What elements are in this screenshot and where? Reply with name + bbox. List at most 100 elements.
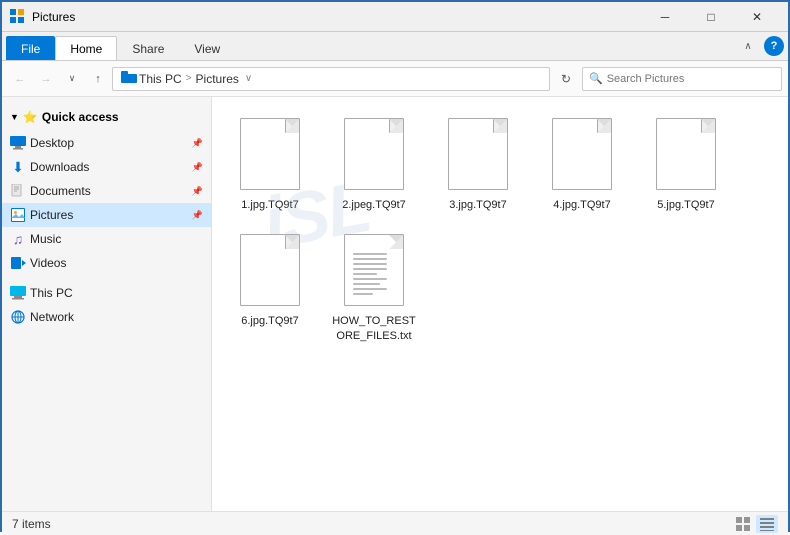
doc-icon-shape xyxy=(344,118,404,190)
network-label: Network xyxy=(30,310,203,324)
details-view-button[interactable] xyxy=(756,515,778,533)
file-item[interactable]: 2.jpeg.TQ9t7 xyxy=(324,105,424,217)
path-display: This PC > Pictures ∨ xyxy=(121,71,252,86)
file-icon xyxy=(339,230,409,310)
doc-icon-shape xyxy=(656,118,716,190)
file-item[interactable]: 5.jpg.TQ9t7 xyxy=(636,105,736,217)
window-controls: ─ □ ✕ xyxy=(642,2,780,32)
path-separator-1: > xyxy=(186,73,192,84)
path-this-pc[interactable]: This PC xyxy=(139,72,182,86)
sidebar-item-desktop[interactable]: Desktop 📌 xyxy=(2,131,211,155)
close-button[interactable]: ✕ xyxy=(734,2,780,32)
file-item[interactable]: 6.jpg.TQ9t7 xyxy=(220,221,320,348)
videos-icon xyxy=(10,255,26,271)
file-name: 6.jpg.TQ9t7 xyxy=(241,314,298,328)
file-name: 5.jpg.TQ9t7 xyxy=(657,198,714,212)
path-icon xyxy=(121,71,137,86)
file-item[interactable]: 3.jpg.TQ9t7 xyxy=(428,105,528,217)
file-name: 4.jpg.TQ9t7 xyxy=(553,198,610,212)
file-area: 1.jpg.TQ9t7 2.jpeg.TQ9t7 3.jpg.TQ9t7 xyxy=(212,97,788,511)
ribbon-collapse-button[interactable]: ∧ xyxy=(736,34,760,58)
quick-access-icon: ⭐ xyxy=(23,110,38,124)
file-item[interactable]: 1.jpg.TQ9t7 xyxy=(220,105,320,217)
music-label: Music xyxy=(30,232,203,246)
up-button[interactable]: ↑ xyxy=(86,67,110,91)
desktop-label: Desktop xyxy=(30,136,188,150)
desktop-pin: 📌 xyxy=(192,138,203,149)
sidebar-item-pictures[interactable]: Pictures 📌 xyxy=(2,203,211,227)
txt-icon-shape xyxy=(344,234,404,306)
window-icon xyxy=(10,9,26,25)
file-icon xyxy=(235,230,305,310)
doc-icon-shape xyxy=(448,118,508,190)
downloads-pin: 📌 xyxy=(192,162,203,173)
status-bar: 7 items xyxy=(2,511,788,535)
this-pc-icon xyxy=(10,285,26,301)
tab-home[interactable]: Home xyxy=(55,36,117,60)
refresh-button[interactable]: ↻ xyxy=(552,67,580,91)
file-icon xyxy=(651,114,721,194)
downloads-icon: ⬇ xyxy=(10,159,26,175)
address-path[interactable]: This PC > Pictures ∨ xyxy=(112,67,550,91)
file-name: HOW_TO_RESTORE_FILES.txt xyxy=(329,314,419,343)
txt-lines xyxy=(353,253,387,295)
view-controls xyxy=(732,515,778,533)
network-icon xyxy=(10,309,26,325)
sidebar-item-this-pc[interactable]: This PC xyxy=(2,281,211,305)
file-name: 1.jpg.TQ9t7 xyxy=(241,198,298,212)
ribbon: File Home Share View ∧ ? xyxy=(2,32,788,61)
main-area: ▼ ⭐ Quick access Desktop 📌 ⬇ Downloads 📌 xyxy=(2,97,788,511)
search-box[interactable]: 🔍 xyxy=(582,67,782,91)
this-pc-label: This PC xyxy=(30,286,203,300)
address-bar: ← → ∨ ↑ This PC > Pictures ∨ ↻ 🔍 xyxy=(2,61,788,97)
doc-icon-shape xyxy=(552,118,612,190)
tab-share[interactable]: Share xyxy=(117,36,179,60)
pictures-icon xyxy=(10,207,26,223)
quick-access-chevron: ▼ xyxy=(10,112,19,122)
file-item[interactable]: HOW_TO_RESTORE_FILES.txt xyxy=(324,221,424,348)
videos-label: Videos xyxy=(30,256,203,270)
ribbon-tab-bar: File Home Share View ∧ ? xyxy=(2,32,788,60)
pictures-pin: 📌 xyxy=(192,210,203,221)
sidebar-quick-access-header[interactable]: ▼ ⭐ Quick access xyxy=(2,103,211,131)
minimize-button[interactable]: ─ xyxy=(642,2,688,32)
quick-access-label: Quick access xyxy=(42,110,119,124)
sidebar: ▼ ⭐ Quick access Desktop 📌 ⬇ Downloads 📌 xyxy=(2,97,212,511)
window-title: Pictures xyxy=(32,10,642,24)
file-icon xyxy=(443,114,513,194)
documents-label: Documents xyxy=(30,184,188,198)
file-icon xyxy=(235,114,305,194)
back-button[interactable]: ← xyxy=(8,67,32,91)
grid-view-button[interactable] xyxy=(732,515,754,533)
doc-icon-shape xyxy=(240,234,300,306)
item-count: 7 items xyxy=(12,517,51,531)
recent-locations-button[interactable]: ∨ xyxy=(60,67,84,91)
documents-icon xyxy=(10,183,26,199)
file-name: 2.jpeg.TQ9t7 xyxy=(342,198,406,212)
help-button[interactable]: ? xyxy=(764,36,784,56)
pictures-label: Pictures xyxy=(30,208,188,222)
path-pictures[interactable]: Pictures xyxy=(196,72,239,86)
sidebar-item-videos[interactable]: Videos xyxy=(2,251,211,275)
file-icon xyxy=(547,114,617,194)
sidebar-item-network[interactable]: Network xyxy=(2,305,211,329)
sidebar-item-downloads[interactable]: ⬇ Downloads 📌 xyxy=(2,155,211,179)
path-dropdown-arrow[interactable]: ∨ xyxy=(245,73,252,84)
search-icon: 🔍 xyxy=(589,72,603,85)
sidebar-item-documents[interactable]: Documents 📌 xyxy=(2,179,211,203)
search-input[interactable] xyxy=(607,73,775,85)
file-item[interactable]: 4.jpg.TQ9t7 xyxy=(532,105,632,217)
desktop-icon xyxy=(10,135,26,151)
doc-icon-shape xyxy=(240,118,300,190)
documents-pin: 📌 xyxy=(192,186,203,197)
sidebar-item-music[interactable]: ♫ Music xyxy=(2,227,211,251)
file-icon xyxy=(339,114,409,194)
music-icon: ♫ xyxy=(10,231,26,247)
downloads-label: Downloads xyxy=(30,160,188,174)
forward-button[interactable]: → xyxy=(34,67,58,91)
maximize-button[interactable]: □ xyxy=(688,2,734,32)
tab-file[interactable]: File xyxy=(6,36,55,60)
title-bar: Pictures ─ □ ✕ xyxy=(2,2,788,32)
tab-view[interactable]: View xyxy=(179,36,235,60)
file-name: 3.jpg.TQ9t7 xyxy=(449,198,506,212)
